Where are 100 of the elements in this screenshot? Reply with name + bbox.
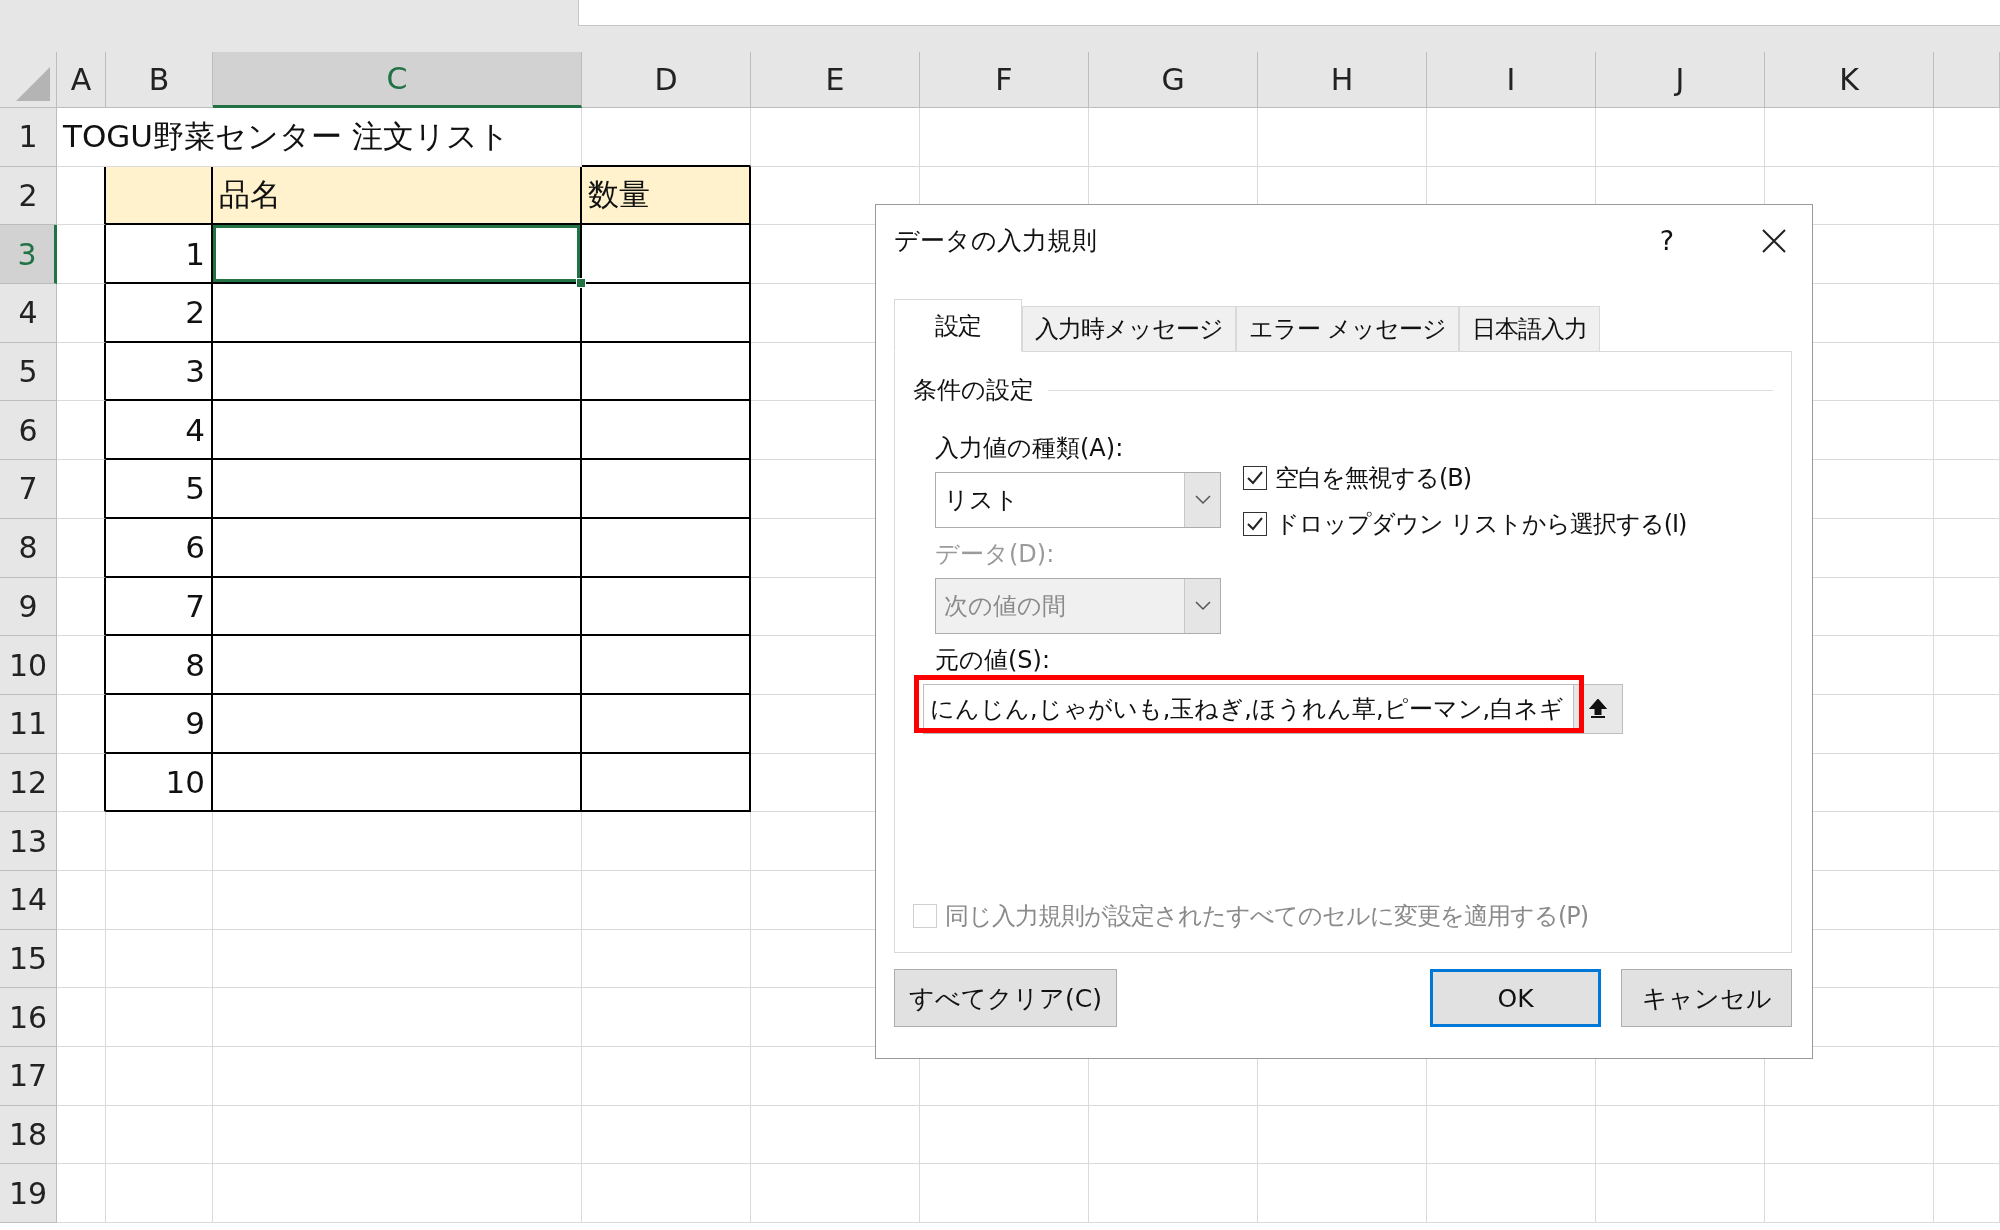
row-header[interactable]: 9	[0, 577, 57, 637]
column-header[interactable]: A	[57, 52, 106, 108]
sheet-cell	[1934, 577, 2000, 637]
sheet-cell	[1934, 870, 2000, 930]
check-icon	[1246, 516, 1264, 532]
row-header[interactable]: 4	[0, 284, 57, 343]
row-header[interactable]: 15	[0, 929, 57, 989]
row-header[interactable]: 7	[0, 460, 57, 519]
chevron-down-icon	[1194, 601, 1211, 611]
cancel-button[interactable]: キャンセル	[1621, 969, 1792, 1027]
sheet-cell	[1934, 812, 2000, 871]
sheet-cell	[57, 401, 106, 461]
sheet-cell	[57, 636, 106, 695]
sheet-cell	[1934, 284, 2000, 343]
sheet-cell	[57, 460, 106, 519]
column-header[interactable]: C	[213, 52, 582, 108]
table-cell: 2	[106, 284, 213, 343]
checkbox[interactable]	[1243, 466, 1267, 490]
tab[interactable]: エラー メッセージ	[1236, 306, 1459, 352]
help-button[interactable]: ?	[1642, 225, 1692, 256]
sheet-cell	[57, 284, 106, 343]
sheet-cell	[1934, 460, 2000, 519]
table-cell: 8	[106, 636, 213, 695]
column-header[interactable]: K	[1765, 52, 1934, 108]
column-header[interactable]: G	[1089, 52, 1258, 108]
sheet-cell	[57, 929, 106, 989]
row-header[interactable]: 5	[0, 342, 57, 402]
sheet-cell	[1934, 929, 2000, 989]
sheet-cell	[1934, 1105, 2000, 1165]
row-header[interactable]: 10	[0, 636, 57, 695]
dialog-title: データの入力規則	[894, 225, 1098, 257]
row-header[interactable]: 16	[0, 988, 57, 1047]
table-cell: 3	[106, 342, 213, 402]
sheet-cell	[1934, 694, 2000, 754]
clear-all-button[interactable]: すべてクリア(C)	[894, 969, 1117, 1027]
row-header[interactable]: 6	[0, 401, 57, 461]
column-header[interactable]: I	[1427, 52, 1596, 108]
sheet-cell	[1934, 401, 2000, 461]
sheet-cell	[57, 518, 106, 578]
row-header[interactable]: 18	[0, 1105, 57, 1165]
sheet-cell	[57, 1047, 106, 1106]
row-header[interactable]: 2	[0, 166, 57, 226]
sheet-cell	[57, 342, 106, 402]
column-header[interactable]: F	[920, 52, 1089, 108]
table-cell: 7	[106, 577, 213, 637]
sheet-cell	[1934, 108, 2000, 167]
sheet-cell	[57, 870, 106, 930]
sheet-cell	[57, 1164, 106, 1224]
ok-button[interactable]: OK	[1430, 969, 1601, 1027]
section-heading: 条件の設定	[913, 375, 1034, 406]
row-header[interactable]: 12	[0, 753, 57, 813]
column-header[interactable]: D	[582, 52, 751, 108]
table-cell: 6	[106, 518, 213, 578]
table-cell: 9	[106, 694, 213, 754]
checkbox[interactable]	[1243, 512, 1267, 536]
sheet-cell	[1934, 518, 2000, 578]
sheet-cell	[1934, 636, 2000, 695]
row-header[interactable]: 17	[0, 1047, 57, 1106]
tab[interactable]: 入力時メッセージ	[1022, 306, 1236, 352]
formula-field[interactable]	[578, 0, 2000, 26]
row-header[interactable]: 13	[0, 812, 57, 871]
column-header[interactable]: H	[1258, 52, 1427, 108]
sheet-cell	[57, 1105, 106, 1165]
sheet-title: TOGU野菜センター 注文リスト	[57, 108, 582, 167]
row-header[interactable]: 11	[0, 694, 57, 754]
field-label: 入力値の種類(A):	[935, 433, 1125, 464]
check-icon	[1246, 470, 1264, 486]
sheet-cell	[1934, 1047, 2000, 1106]
field-label: 元の値(S):	[935, 645, 1052, 676]
sheet-cell	[1934, 342, 2000, 402]
sheet-cell	[1934, 225, 2000, 285]
row-header[interactable]: 14	[0, 870, 57, 930]
checkbox-label: 空白を無視する(B)	[1275, 463, 1472, 494]
arrow-up-icon	[1589, 699, 1607, 719]
row-header[interactable]: 19	[0, 1164, 57, 1224]
table-cell: 10	[106, 753, 213, 813]
column-header[interactable]: J	[1596, 52, 1765, 108]
sheet-cell	[1934, 753, 2000, 813]
row-header[interactable]: 3	[0, 225, 57, 285]
table-header-cell: 品名	[213, 166, 582, 226]
fill-handle[interactable]	[576, 278, 586, 289]
sheet-cell	[57, 225, 106, 285]
column-header[interactable]: E	[751, 52, 920, 108]
table-cell: 5	[106, 460, 213, 519]
table-cell: 1	[106, 225, 213, 285]
dropdown[interactable]: リスト	[935, 472, 1221, 528]
sheet-cell	[57, 577, 106, 637]
sheet-cell	[57, 694, 106, 754]
tab[interactable]: 日本語入力	[1458, 306, 1600, 352]
checkbox-label: ドロップダウン リストから選択する(I)	[1275, 509, 1687, 540]
tab[interactable]: 設定	[894, 299, 1022, 352]
table-cell: 4	[106, 401, 213, 461]
column-header[interactable]: B	[106, 52, 213, 108]
table-header-cell: 数量	[582, 166, 751, 226]
sheet-cell	[57, 812, 106, 871]
close-icon[interactable]	[1762, 228, 1786, 253]
row-header[interactable]: 8	[0, 518, 57, 578]
chevron-down-icon	[1194, 495, 1211, 505]
row-header[interactable]: 1	[0, 108, 57, 167]
sheet-cell	[1934, 166, 2000, 226]
